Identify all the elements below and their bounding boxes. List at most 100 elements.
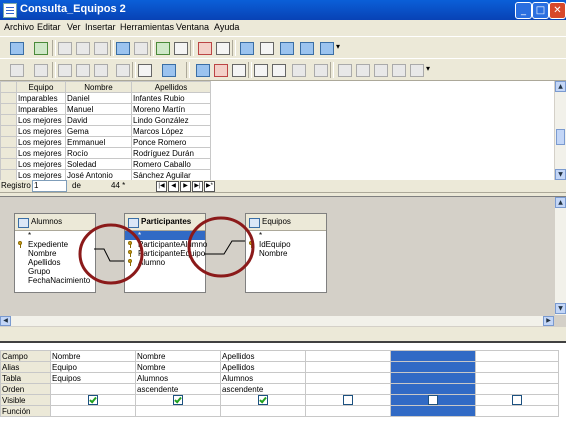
criteria-cell[interactable]	[390, 372, 476, 384]
menu-editar[interactable]: Editar	[37, 22, 61, 32]
toolbar-overflow-icon[interactable]: ▾	[334, 40, 350, 55]
criteria-cell[interactable]	[390, 383, 476, 395]
edit-icon[interactable]	[32, 40, 48, 55]
cell[interactable]: Imparables	[16, 92, 66, 104]
visible-cell[interactable]	[135, 394, 221, 406]
scroll-right-icon[interactable]: ▶	[543, 316, 554, 326]
next-record-icon[interactable]: ▶	[180, 181, 191, 192]
visible-cell[interactable]	[50, 394, 136, 406]
criteria-cell[interactable]: Equipos	[50, 372, 136, 384]
criteria-cell[interactable]	[475, 372, 559, 384]
criteria-cell[interactable]	[220, 405, 306, 417]
visible-cell[interactable]	[390, 394, 476, 406]
visible-cell[interactable]	[220, 394, 306, 406]
sort-ascending-icon[interactable]	[194, 62, 210, 77]
redo-icon[interactable]	[132, 40, 148, 55]
relation-line-alumnos-participantes[interactable]	[94, 248, 124, 262]
run-query-icon[interactable]	[154, 40, 170, 55]
cell[interactable]: Rocío	[65, 147, 132, 159]
table-row[interactable]: Los mejores Gema Marcos López	[0, 125, 211, 137]
criteria-cell[interactable]	[390, 350, 476, 362]
column-header-apellidos[interactable]: Apellidos	[131, 81, 211, 93]
explorer-icon[interactable]	[408, 62, 424, 77]
design-vertical-scrollbar[interactable]: ▲ ▼	[554, 197, 566, 315]
cell[interactable]: Gema	[65, 125, 132, 137]
cell[interactable]: Infantes Rubio	[131, 92, 211, 104]
paste-record-icon[interactable]	[92, 62, 108, 77]
cell[interactable]: Los mejores	[16, 169, 66, 181]
criteria-cell[interactable]	[390, 361, 476, 373]
distinct-values-icon[interactable]	[318, 40, 334, 55]
criteria-cell[interactable]	[305, 372, 391, 384]
menu-ventana[interactable]: Ventana	[176, 22, 209, 32]
cell[interactable]: Los mejores	[16, 136, 66, 148]
cell[interactable]: Daniel	[65, 92, 132, 104]
remove-filter-icon[interactable]	[312, 62, 328, 77]
cell[interactable]: Los mejores	[16, 147, 66, 159]
criteria-cell[interactable]	[305, 350, 391, 362]
paste-icon[interactable]	[92, 40, 108, 55]
copy-record-icon[interactable]	[74, 62, 90, 77]
menu-ver[interactable]: Ver	[67, 22, 81, 32]
design-view-icon[interactable]	[214, 40, 230, 55]
column-header-nombre[interactable]: Nombre	[65, 81, 132, 93]
scroll-down-icon[interactable]: ▼	[555, 303, 566, 314]
data-to-text-icon[interactable]	[336, 62, 352, 77]
minimize-button[interactable]: _	[515, 2, 532, 19]
table-row[interactable]: Imparables Daniel Infantes Rubio	[0, 92, 211, 104]
cell[interactable]: Imparables	[16, 103, 66, 115]
criteria-cell[interactable]: Equipo	[50, 361, 136, 373]
cell[interactable]: Romero Caballo	[131, 158, 211, 170]
menu-ayuda[interactable]: Ayuda	[214, 22, 239, 32]
criteria-cell[interactable]: Apellidos	[220, 350, 306, 362]
criteria-cell[interactable]	[475, 405, 559, 417]
criteria-cell[interactable]	[50, 405, 136, 417]
criteria-cell[interactable]: Nombre	[135, 350, 221, 362]
scroll-down-icon[interactable]: ▼	[555, 169, 566, 180]
cell[interactable]: Manuel	[65, 103, 132, 115]
relation-line-participantes-equipos[interactable]	[204, 240, 245, 255]
design-horizontal-scrollbar[interactable]: ◀ ▶	[0, 315, 554, 326]
toolbar2-overflow-icon[interactable]: ▾	[424, 62, 440, 77]
functions-icon[interactable]	[258, 40, 274, 55]
save-icon[interactable]	[8, 40, 24, 55]
maximize-button[interactable]: □	[532, 2, 549, 19]
cut-record-icon[interactable]	[56, 62, 72, 77]
sort-descending-icon[interactable]	[212, 62, 228, 77]
criteria-cell[interactable]	[305, 361, 391, 373]
cell[interactable]: Rodríguez Durán	[131, 147, 211, 159]
visible-checkbox[interactable]	[258, 395, 268, 405]
cell[interactable]: Los mejores	[16, 114, 66, 126]
first-record-icon[interactable]: |◀	[156, 181, 167, 192]
copy-icon[interactable]	[74, 40, 90, 55]
scroll-up-icon[interactable]: ▲	[555, 197, 566, 208]
table-name-icon[interactable]	[278, 40, 294, 55]
cell[interactable]: Sánchez Aguilar	[131, 169, 211, 181]
criteria-cell[interactable]	[50, 383, 136, 395]
criteria-cell[interactable]: ascendente	[220, 383, 306, 395]
cell[interactable]: David	[65, 114, 132, 126]
refresh-icon[interactable]	[160, 62, 176, 77]
results-vertical-scrollbar[interactable]: ▲ ▼	[554, 81, 566, 181]
autofilter-icon[interactable]	[252, 62, 268, 77]
cell[interactable]: Los mejores	[16, 125, 66, 137]
criteria-cell[interactable]: Nombre	[50, 350, 136, 362]
menu-insertar[interactable]: Insertar	[85, 22, 116, 32]
cell[interactable]: José Antonio	[65, 169, 132, 181]
edit-data-icon[interactable]	[8, 62, 24, 77]
criteria-cell[interactable]	[475, 383, 559, 395]
table-row[interactable]: Imparables Manuel Moreno Martín	[0, 103, 211, 115]
previous-record-icon[interactable]: ◀	[168, 181, 179, 192]
apply-filter-icon[interactable]	[290, 62, 306, 77]
criteria-cell[interactable]	[475, 361, 559, 373]
table-row[interactable]: Los mejores Emmanuel Ponce Romero	[0, 136, 211, 148]
scroll-up-icon[interactable]: ▲	[555, 81, 566, 92]
new-record-icon[interactable]: ▶*	[204, 181, 215, 192]
clear-query-icon[interactable]	[172, 40, 188, 55]
standard-filter-icon[interactable]	[270, 62, 286, 77]
cell[interactable]: Los mejores	[16, 158, 66, 170]
data-to-fields-icon[interactable]	[354, 62, 370, 77]
cell[interactable]: Soledad	[65, 158, 132, 170]
record-number-input[interactable]: 1	[32, 180, 67, 192]
cell[interactable]: Ponce Romero	[131, 136, 211, 148]
